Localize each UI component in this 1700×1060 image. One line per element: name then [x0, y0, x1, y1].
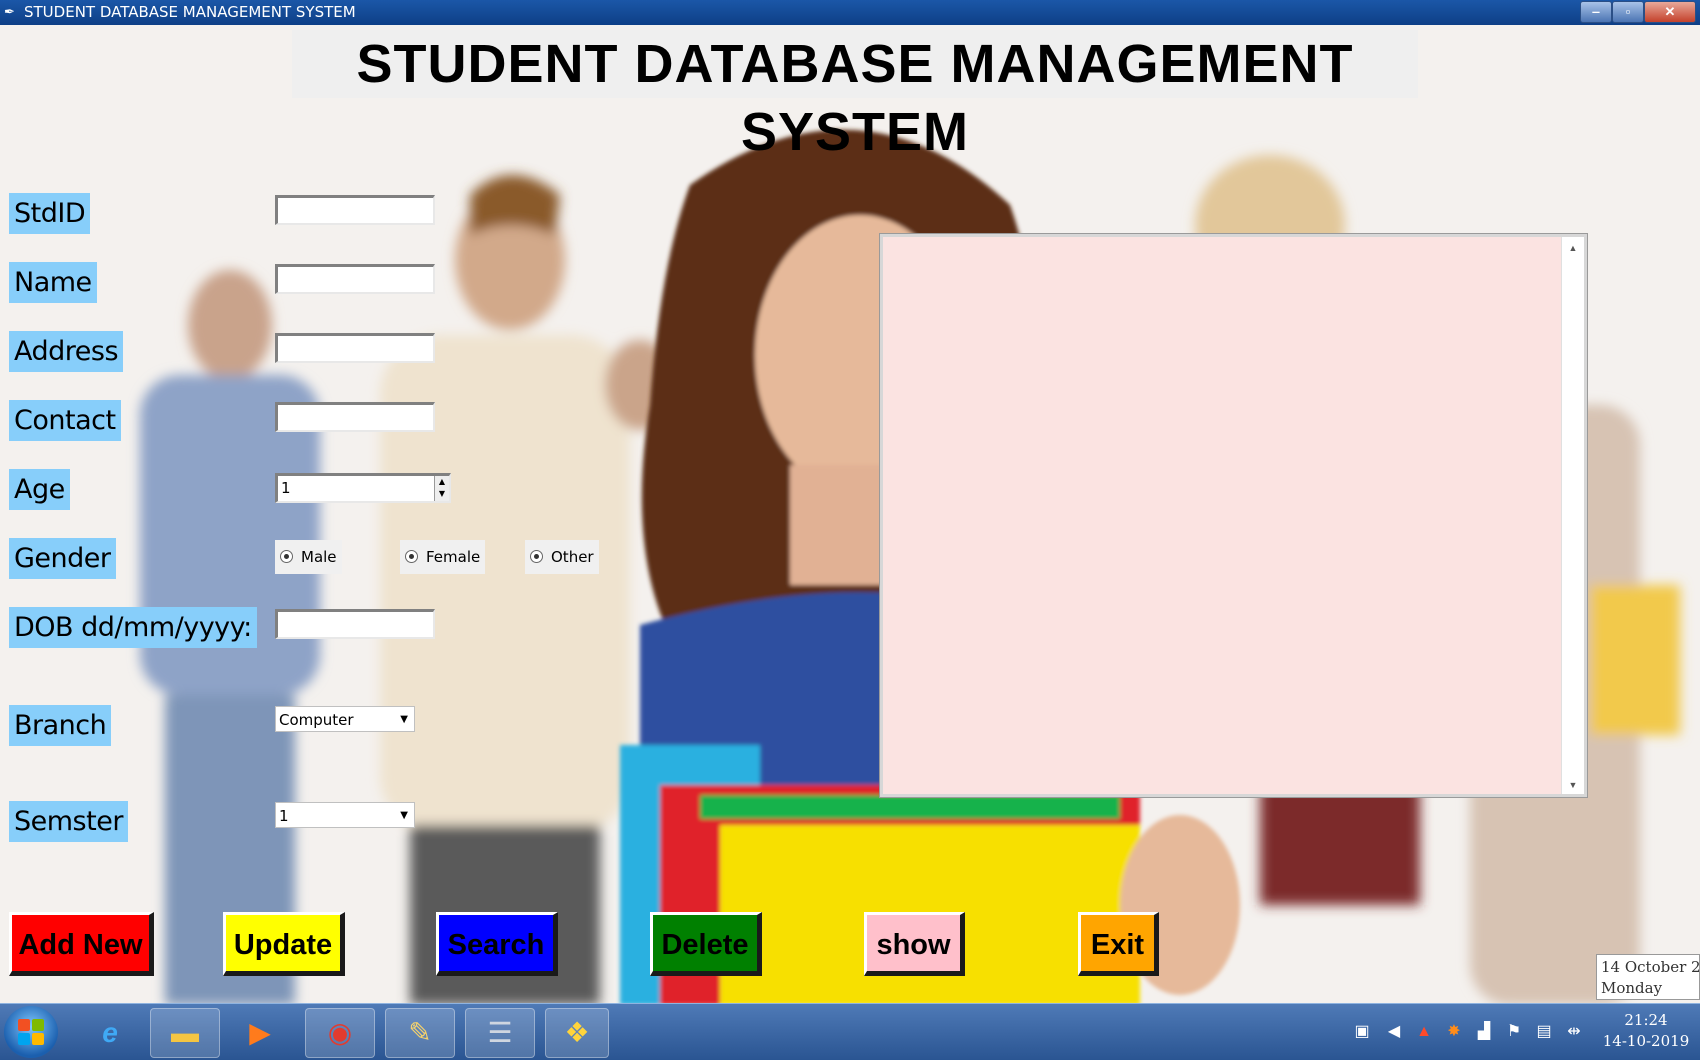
- tray-display-icon[interactable]: ▤: [1534, 1022, 1554, 1042]
- records-listbox[interactable]: ▲ ▼: [879, 233, 1588, 798]
- dob-input[interactable]: [275, 609, 435, 639]
- label-name: Name: [9, 262, 97, 303]
- exit-button[interactable]: Exit: [1078, 912, 1159, 976]
- gender-option-label: Other: [551, 548, 594, 566]
- tray-network-icon[interactable]: ▣: [1352, 1022, 1372, 1042]
- window-titlebar[interactable]: ✒ STUDENT DATABASE MANAGEMENT SYSTEM ‒ ▫…: [0, 0, 1700, 25]
- label-age: Age: [9, 469, 70, 510]
- database-icon: ☰: [487, 1017, 513, 1048]
- label-std-id: StdID: [9, 193, 91, 234]
- gender-radio-other[interactable]: Other: [525, 540, 599, 574]
- branch-dropdown[interactable]: Computer ▼: [275, 706, 415, 732]
- tooltip-weekday: Monday: [1601, 979, 1663, 997]
- gender-radio-male[interactable]: Male: [275, 540, 342, 574]
- maximize-button[interactable]: ▫: [1612, 1, 1644, 23]
- window-title: STUDENT DATABASE MANAGEMENT SYSTEM: [24, 3, 356, 21]
- page-heading: STUDENT DATABASE MANAGEMENT SYSTEM: [292, 30, 1418, 162]
- label-semester: Semster: [9, 801, 128, 842]
- spin-arrows-icon[interactable]: ▲ ▼: [434, 476, 449, 501]
- label-contact: Contact: [9, 400, 121, 441]
- semester-dropdown[interactable]: 1 ▼: [275, 802, 415, 828]
- taskbar-database[interactable]: ☰: [465, 1008, 535, 1058]
- scroll-down-icon[interactable]: ▼: [1562, 780, 1584, 790]
- taskbar-chrome[interactable]: ◉: [305, 1008, 375, 1058]
- tray-signal-icon[interactable]: ▟: [1474, 1022, 1494, 1042]
- label-dob: DOB dd/mm/yyyy:: [9, 607, 257, 648]
- vertical-scrollbar[interactable]: ▲ ▼: [1561, 237, 1584, 794]
- python-icon: ❖: [564, 1017, 590, 1048]
- taskbar-clock[interactable]: 21:24 14-10-2019: [1596, 1010, 1696, 1052]
- show-button[interactable]: show: [864, 912, 965, 976]
- taskbar-media-player[interactable]: ▶: [225, 1008, 295, 1058]
- taskbar-internet-explorer[interactable]: e: [75, 1008, 145, 1058]
- radio-dot-icon: [280, 550, 293, 563]
- gender-option-label: Male: [301, 548, 337, 566]
- contact-input[interactable]: [275, 402, 435, 432]
- folder-icon: ▬: [171, 1017, 199, 1048]
- chrome-icon: ◉: [327, 1017, 353, 1048]
- feather-app-icon: ✒: [4, 4, 15, 19]
- tray-usb-icon[interactable]: ⇹: [1564, 1022, 1584, 1042]
- delete-button[interactable]: Delete: [650, 912, 762, 976]
- name-input[interactable]: [275, 264, 435, 294]
- label-address: Address: [9, 331, 124, 372]
- start-button[interactable]: [4, 1006, 58, 1058]
- semester-value: 1: [279, 807, 289, 825]
- tray-warning-icon[interactable]: ▲: [1414, 1022, 1434, 1042]
- taskbar: e ▬ ▶ ◉ ✎ ☰ ❖ ▣ ◀ ▲ ✸ ▟ ⚑ ▤ ⇹: [0, 1003, 1700, 1060]
- media-player-icon: ▶: [249, 1017, 271, 1048]
- tray-fox-icon[interactable]: ✸: [1444, 1022, 1464, 1042]
- clock-date: 14-10-2019: [1602, 1032, 1690, 1050]
- gender-radio-female[interactable]: Female: [400, 540, 486, 574]
- label-branch: Branch: [9, 705, 112, 746]
- tray-flag-icon[interactable]: ⚑: [1504, 1022, 1524, 1042]
- age-spinbox[interactable]: 1 ▲ ▼: [275, 473, 451, 503]
- close-button[interactable]: ✕: [1644, 1, 1696, 23]
- taskbar-python[interactable]: ❖: [545, 1008, 609, 1058]
- tray-volume-icon[interactable]: ◀: [1384, 1022, 1404, 1042]
- std-id-input[interactable]: [275, 195, 435, 225]
- taskbar-paint[interactable]: ✎: [385, 1008, 455, 1058]
- chevron-down-icon: ▼: [400, 810, 408, 821]
- date-tooltip: 14 October 201 Monday: [1596, 954, 1700, 1000]
- minimize-button[interactable]: ‒: [1580, 1, 1612, 23]
- search-button[interactable]: Search: [436, 912, 558, 976]
- age-value: 1: [281, 479, 291, 497]
- add-new-button[interactable]: Add New: [9, 912, 154, 976]
- clock-time: 21:24: [1624, 1011, 1668, 1029]
- radio-dot-icon: [530, 550, 543, 563]
- scroll-up-icon[interactable]: ▲: [1562, 243, 1584, 253]
- label-gender: Gender: [9, 538, 116, 579]
- update-button[interactable]: Update: [223, 912, 345, 976]
- radio-dot-icon: [405, 550, 418, 563]
- paint-palette-icon: ✎: [408, 1017, 432, 1048]
- address-input[interactable]: [275, 333, 435, 363]
- taskbar-file-explorer[interactable]: ▬: [150, 1008, 220, 1058]
- branch-value: Computer: [279, 711, 354, 729]
- gender-option-label: Female: [426, 548, 481, 566]
- windows-logo-icon: [18, 1019, 44, 1045]
- internet-explorer-icon: e: [102, 1017, 118, 1048]
- chevron-down-icon: ▼: [400, 714, 408, 725]
- tooltip-date: 14 October 201: [1601, 958, 1700, 976]
